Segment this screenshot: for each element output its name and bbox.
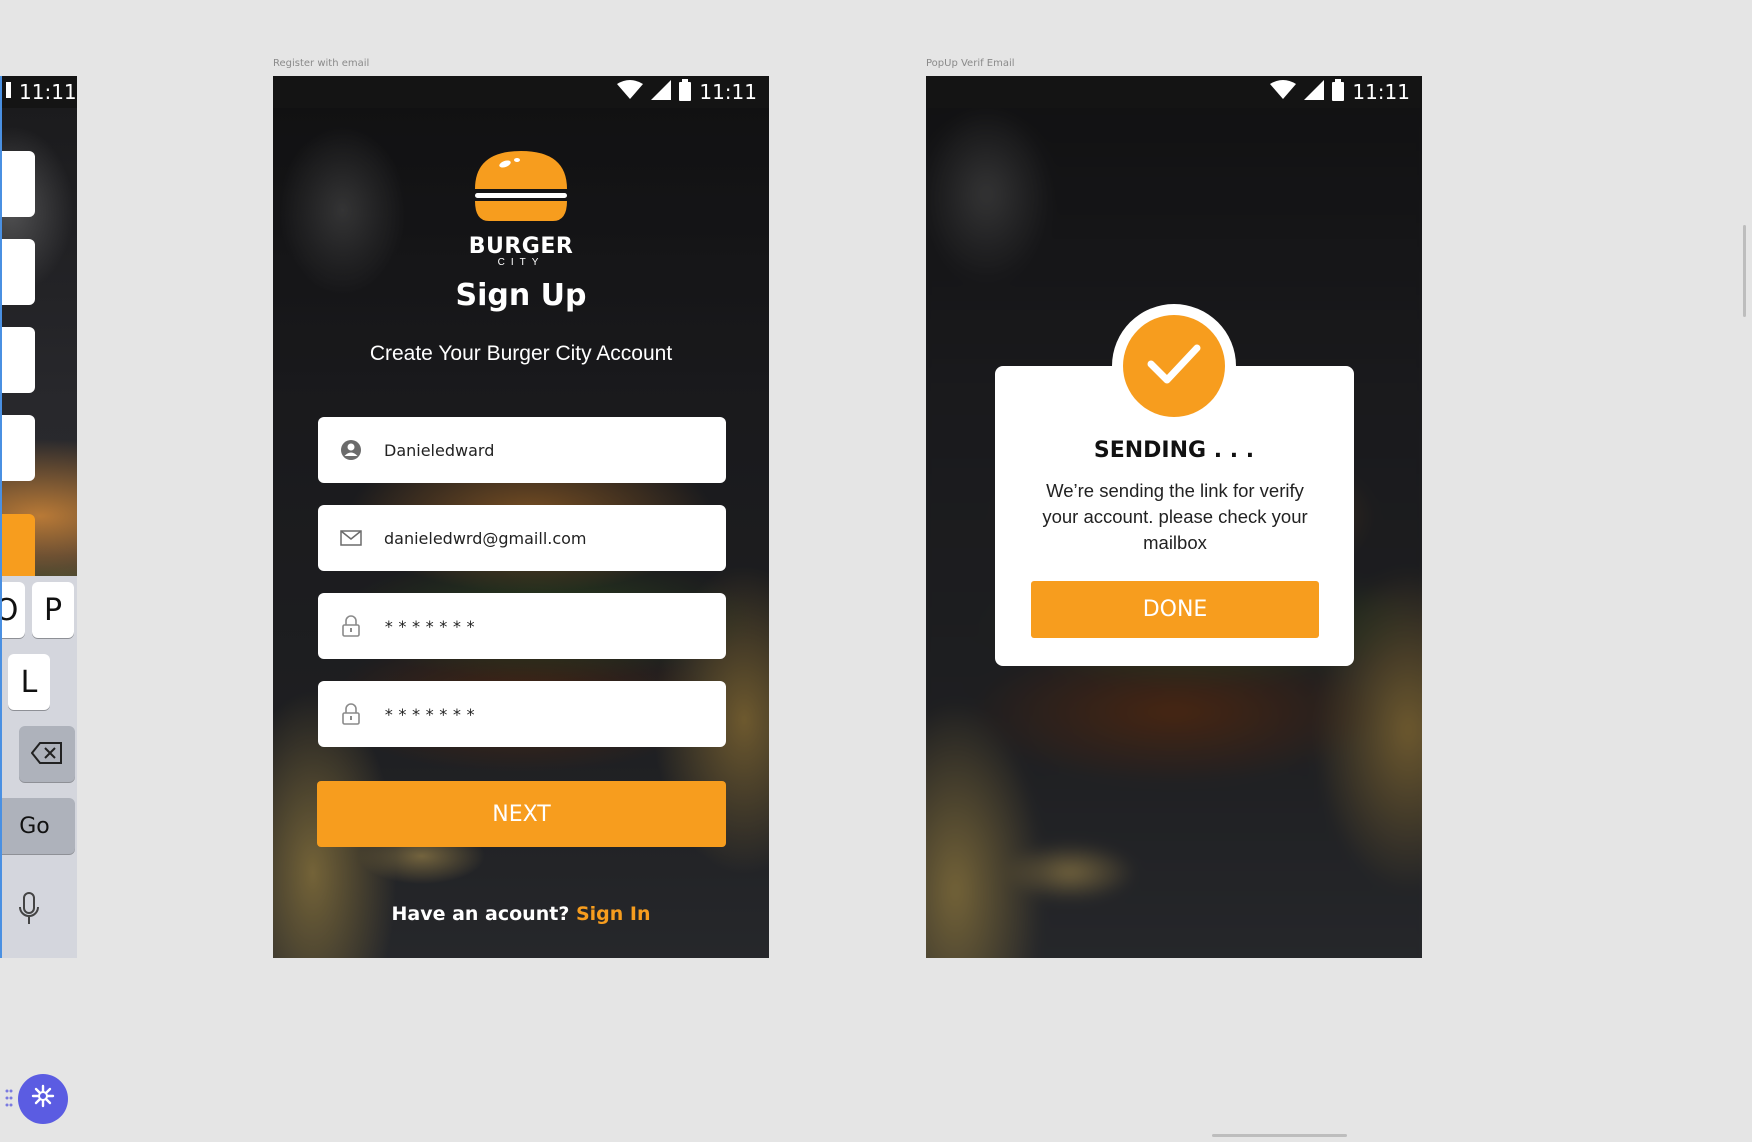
page-subtitle: Create Your Burger City Account — [369, 342, 673, 365]
go-key[interactable]: Go — [0, 798, 75, 854]
confirm-password-field[interactable]: ******* — [318, 681, 726, 747]
battery-icon — [679, 78, 692, 106]
wifi-icon — [617, 79, 644, 105]
page-title: Sign Up — [455, 278, 587, 313]
username-field[interactable]: Danieledward — [318, 417, 726, 483]
next-button[interactable]: NEXT — [317, 781, 726, 847]
plugin-icon — [31, 1084, 55, 1115]
key-l[interactable]: L — [8, 654, 50, 710]
done-button[interactable]: DONE — [1031, 581, 1319, 638]
key-p[interactable]: P — [32, 582, 74, 638]
input-field-stub[interactable] — [0, 327, 35, 393]
microphone-icon[interactable] — [18, 892, 40, 931]
battery-icon — [1332, 78, 1345, 106]
logo-word: BURGER — [468, 234, 574, 259]
input-field-stub[interactable] — [0, 239, 35, 305]
email-field[interactable]: danieledwrd@gmaill.com — [318, 505, 726, 571]
confirm-password-value: ******* — [384, 704, 480, 724]
have-account-text: Have an acount? — [391, 903, 570, 925]
frame-label: Register with email — [273, 58, 370, 69]
password-value: ******* — [384, 616, 480, 636]
status-bar: 11:11 — [0, 76, 77, 108]
signal-icon — [1304, 79, 1325, 105]
sign-in-link[interactable]: Sign In — [576, 903, 651, 925]
keyboard: O P L Go — [0, 576, 77, 958]
horizontal-scrollbar[interactable] — [1212, 1134, 1347, 1137]
username-value: Danieledward — [384, 440, 495, 460]
dialog-heading: SENDING . . . — [1093, 438, 1255, 463]
battery-icon — [6, 80, 11, 104]
status-bar: 11:11 — [273, 76, 769, 108]
backspace-icon — [30, 737, 63, 772]
checkmark-icon — [1146, 342, 1202, 391]
input-field-stub[interactable] — [0, 415, 35, 481]
backspace-key[interactable] — [19, 726, 75, 782]
signin-prompt: Have an acount? Sign In — [273, 903, 769, 925]
key-o[interactable]: O — [0, 582, 25, 638]
status-time: 11:11 — [699, 80, 757, 104]
password-field[interactable]: ******* — [318, 593, 726, 659]
popup-screen: 11:11 SENDING . . . We’re sending the li… — [926, 76, 1422, 958]
mail-icon — [338, 525, 364, 551]
left-partial-frame: 11:11 O P L Go — [0, 76, 77, 958]
email-value: danieledwrd@gmaill.com — [384, 528, 587, 548]
plugin-button[interactable] — [18, 1074, 68, 1124]
wifi-icon — [1270, 79, 1297, 105]
input-field-stub[interactable] — [0, 151, 35, 217]
vertical-scrollbar[interactable] — [1743, 225, 1746, 317]
drag-handle-icon[interactable] — [5, 1088, 13, 1108]
lock-icon — [338, 613, 364, 639]
frame-label: PopUp Verif Email — [926, 58, 1015, 69]
status-time: 11:11 — [1352, 80, 1410, 104]
user-icon — [338, 437, 364, 463]
burger-icon — [473, 151, 569, 227]
signup-screen: 11:11 BURGER CITY Sign Up Create Your Bu… — [273, 76, 769, 958]
next-button-stub[interactable] — [0, 514, 35, 576]
burger-city-logo: BURGER CITY — [273, 149, 769, 268]
logo-subword: CITY — [497, 257, 545, 268]
dialog-message: We’re sending the link for verify your a… — [1042, 480, 1308, 553]
selection-edge — [0, 76, 2, 958]
signal-icon — [651, 79, 672, 105]
status-time: 11:11 — [19, 80, 77, 104]
status-bar: 11:11 — [926, 76, 1422, 108]
lock-icon — [338, 701, 364, 727]
success-badge — [1112, 304, 1236, 428]
